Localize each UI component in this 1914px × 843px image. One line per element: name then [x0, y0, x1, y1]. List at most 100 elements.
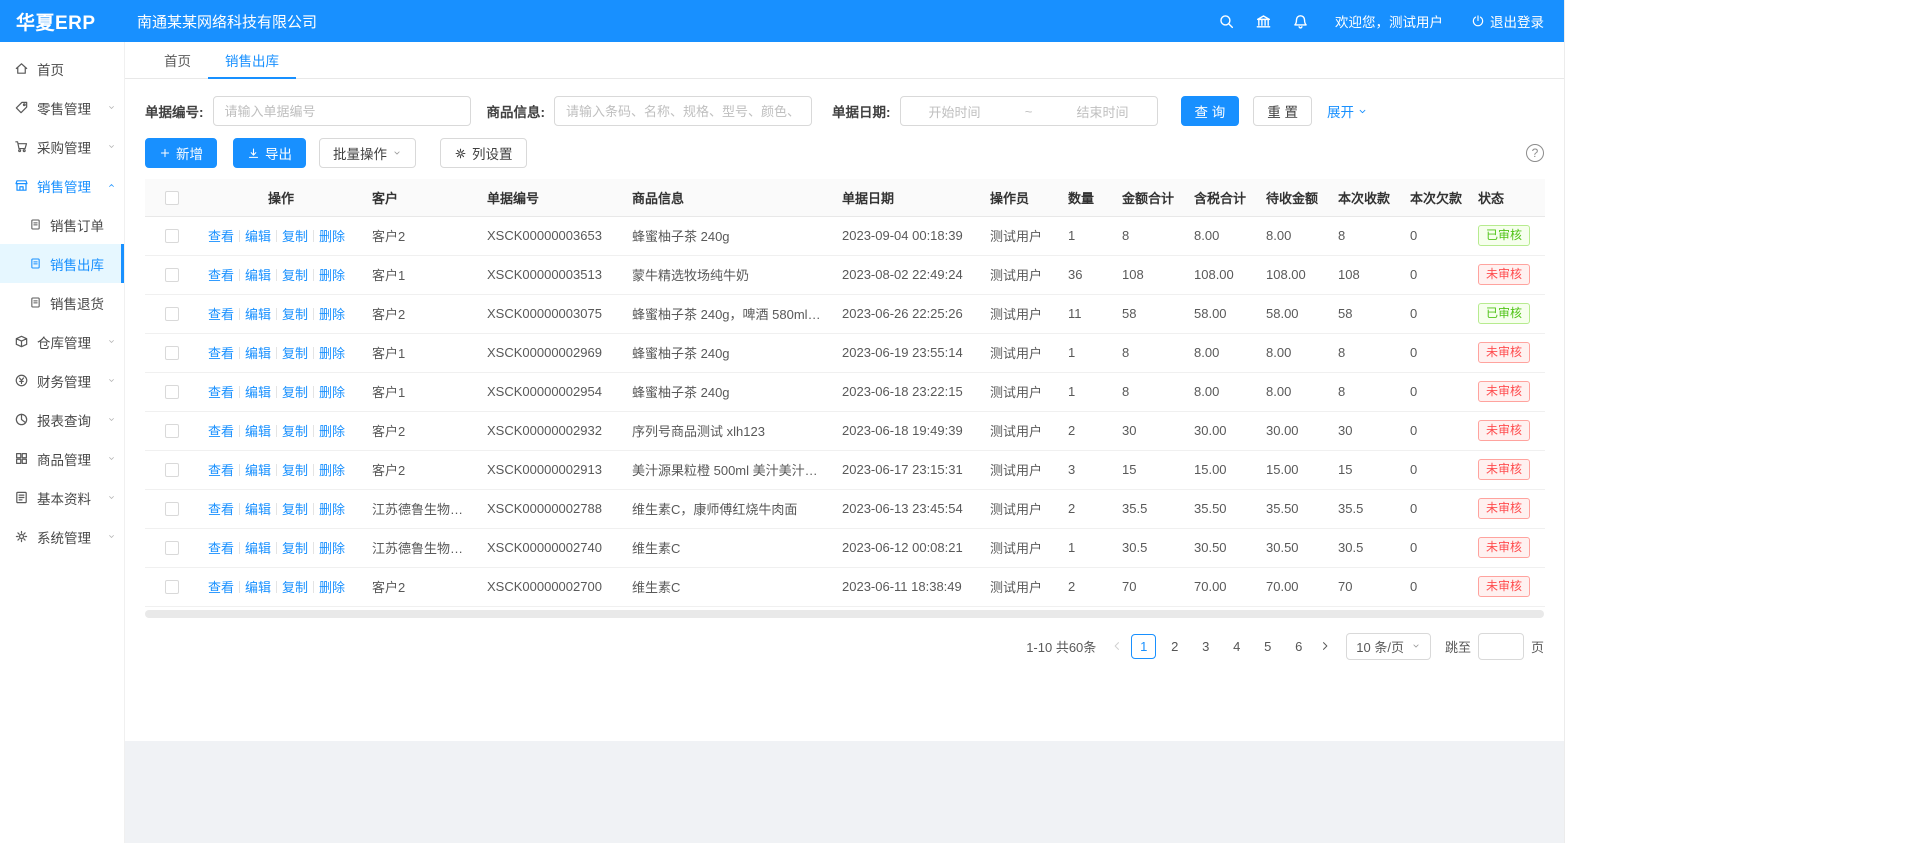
cell-checkbox [145, 567, 199, 606]
sidebar-item-goods[interactable]: 商品管理 [0, 439, 124, 478]
cell-debt: 0 [1401, 489, 1469, 528]
row-checkbox[interactable] [165, 346, 179, 360]
copy-link[interactable]: 复制 [282, 229, 308, 244]
edit-link[interactable]: 编辑 [245, 580, 271, 595]
edit-link[interactable]: 编辑 [245, 541, 271, 556]
view-link[interactable]: 查看 [208, 502, 234, 517]
page-button-1[interactable]: 1 [1131, 634, 1156, 659]
copy-link[interactable]: 复制 [282, 307, 308, 322]
page-button-6[interactable]: 6 [1286, 634, 1311, 659]
view-link[interactable]: 查看 [208, 307, 234, 322]
edit-link[interactable]: 编辑 [245, 385, 271, 400]
view-link[interactable]: 查看 [208, 385, 234, 400]
page-button-2[interactable]: 2 [1162, 634, 1187, 659]
copy-link[interactable]: 复制 [282, 385, 308, 400]
divider [313, 542, 314, 554]
sidebar-item-retail[interactable]: 零售管理 [0, 88, 124, 127]
help-icon[interactable]: ? [1526, 144, 1544, 162]
chevron-down-icon [107, 532, 116, 541]
sidebar-item-report[interactable]: 报表查询 [0, 400, 124, 439]
tab-sales-outbound[interactable]: 销售出库 [208, 42, 296, 78]
welcome-text[interactable]: 欢迎您，测试用户 [1335, 11, 1443, 31]
view-link[interactable]: 查看 [208, 346, 234, 361]
edit-link[interactable]: 编辑 [245, 307, 271, 322]
view-link[interactable]: 查看 [208, 229, 234, 244]
edit-link[interactable]: 编辑 [245, 229, 271, 244]
delete-link[interactable]: 删除 [319, 580, 345, 595]
row-checkbox[interactable] [165, 580, 179, 594]
edit-link[interactable]: 编辑 [245, 346, 271, 361]
delete-link[interactable]: 删除 [319, 424, 345, 439]
row-checkbox[interactable] [165, 268, 179, 282]
select-all-checkbox[interactable] [165, 191, 179, 205]
add-button[interactable]: 新增 [145, 138, 217, 168]
sidebar-item-sales-order[interactable]: 销售订单 [0, 205, 124, 244]
copy-link[interactable]: 复制 [282, 463, 308, 478]
prev-page-button[interactable] [1106, 640, 1128, 652]
page-button-5[interactable]: 5 [1255, 634, 1280, 659]
sidebar-item-sales-return[interactable]: 销售退货 [0, 283, 124, 322]
search-button[interactable]: 查 询 [1181, 96, 1240, 126]
sidebar-item-sales-outbound[interactable]: 销售出库 [0, 244, 124, 283]
export-button[interactable]: 导出 [233, 138, 306, 168]
edit-link[interactable]: 编辑 [245, 424, 271, 439]
bell-icon[interactable] [1292, 13, 1309, 30]
logout-button[interactable]: 退出登录 [1471, 11, 1544, 31]
app-logo[interactable]: 华夏ERP [0, 8, 125, 35]
view-link[interactable]: 查看 [208, 580, 234, 595]
column-settings-button[interactable]: 列设置 [440, 138, 527, 168]
view-link[interactable]: 查看 [208, 424, 234, 439]
edit-link[interactable]: 编辑 [245, 502, 271, 517]
view-link[interactable]: 查看 [208, 463, 234, 478]
doc-no-input[interactable] [213, 96, 471, 126]
sidebar-item-warehouse[interactable]: 仓库管理 [0, 322, 124, 361]
row-checkbox[interactable] [165, 307, 179, 321]
delete-link[interactable]: 删除 [319, 268, 345, 283]
jump-input[interactable] [1478, 633, 1524, 660]
copy-link[interactable]: 复制 [282, 268, 308, 283]
page-button-3[interactable]: 3 [1193, 634, 1218, 659]
page-size-select[interactable]: 10 条/页 [1346, 633, 1431, 660]
row-checkbox[interactable] [165, 385, 179, 399]
sidebar-item-label: 基本资料 [37, 488, 91, 508]
row-checkbox[interactable] [165, 229, 179, 243]
sidebar-item-basic[interactable]: 基本资料 [0, 478, 124, 517]
copy-link[interactable]: 复制 [282, 541, 308, 556]
sidebar-item-system[interactable]: 系统管理 [0, 517, 124, 556]
copy-link[interactable]: 复制 [282, 346, 308, 361]
copy-link[interactable]: 复制 [282, 502, 308, 517]
delete-link[interactable]: 删除 [319, 502, 345, 517]
row-checkbox[interactable] [165, 424, 179, 438]
delete-link[interactable]: 删除 [319, 463, 345, 478]
batch-operations-button[interactable]: 批量操作 [319, 138, 416, 168]
page-button-4[interactable]: 4 [1224, 634, 1249, 659]
sidebar-item-sales[interactable]: 销售管理 [0, 166, 124, 205]
delete-link[interactable]: 删除 [319, 541, 345, 556]
date-range-picker[interactable]: 开始时间 ~ 结束时间 [900, 96, 1158, 126]
delete-link[interactable]: 删除 [319, 385, 345, 400]
delete-link[interactable]: 删除 [319, 346, 345, 361]
view-link[interactable]: 查看 [208, 268, 234, 283]
search-icon[interactable] [1218, 13, 1235, 30]
copy-link[interactable]: 复制 [282, 580, 308, 595]
row-checkbox[interactable] [165, 502, 179, 516]
delete-link[interactable]: 删除 [319, 229, 345, 244]
sidebar-item-purchase[interactable]: 采购管理 [0, 127, 124, 166]
copy-link[interactable]: 复制 [282, 424, 308, 439]
edit-link[interactable]: 编辑 [245, 463, 271, 478]
delete-link[interactable]: 删除 [319, 307, 345, 322]
cell-actions: 查看编辑复制删除 [199, 489, 363, 528]
expand-link[interactable]: 展开 [1327, 101, 1368, 121]
sidebar-item-home[interactable]: 首页 [0, 49, 124, 88]
edit-link[interactable]: 编辑 [245, 268, 271, 283]
row-checkbox[interactable] [165, 463, 179, 477]
sidebar-item-finance[interactable]: 财务管理 [0, 361, 124, 400]
product-input[interactable] [554, 96, 812, 126]
tab-home[interactable]: 首页 [147, 42, 208, 78]
reset-button[interactable]: 重 置 [1253, 96, 1312, 126]
view-link[interactable]: 查看 [208, 541, 234, 556]
row-checkbox[interactable] [165, 541, 179, 555]
horizontal-scrollbar[interactable] [145, 610, 1544, 618]
bank-icon[interactable] [1255, 13, 1272, 30]
next-page-button[interactable] [1314, 640, 1336, 652]
